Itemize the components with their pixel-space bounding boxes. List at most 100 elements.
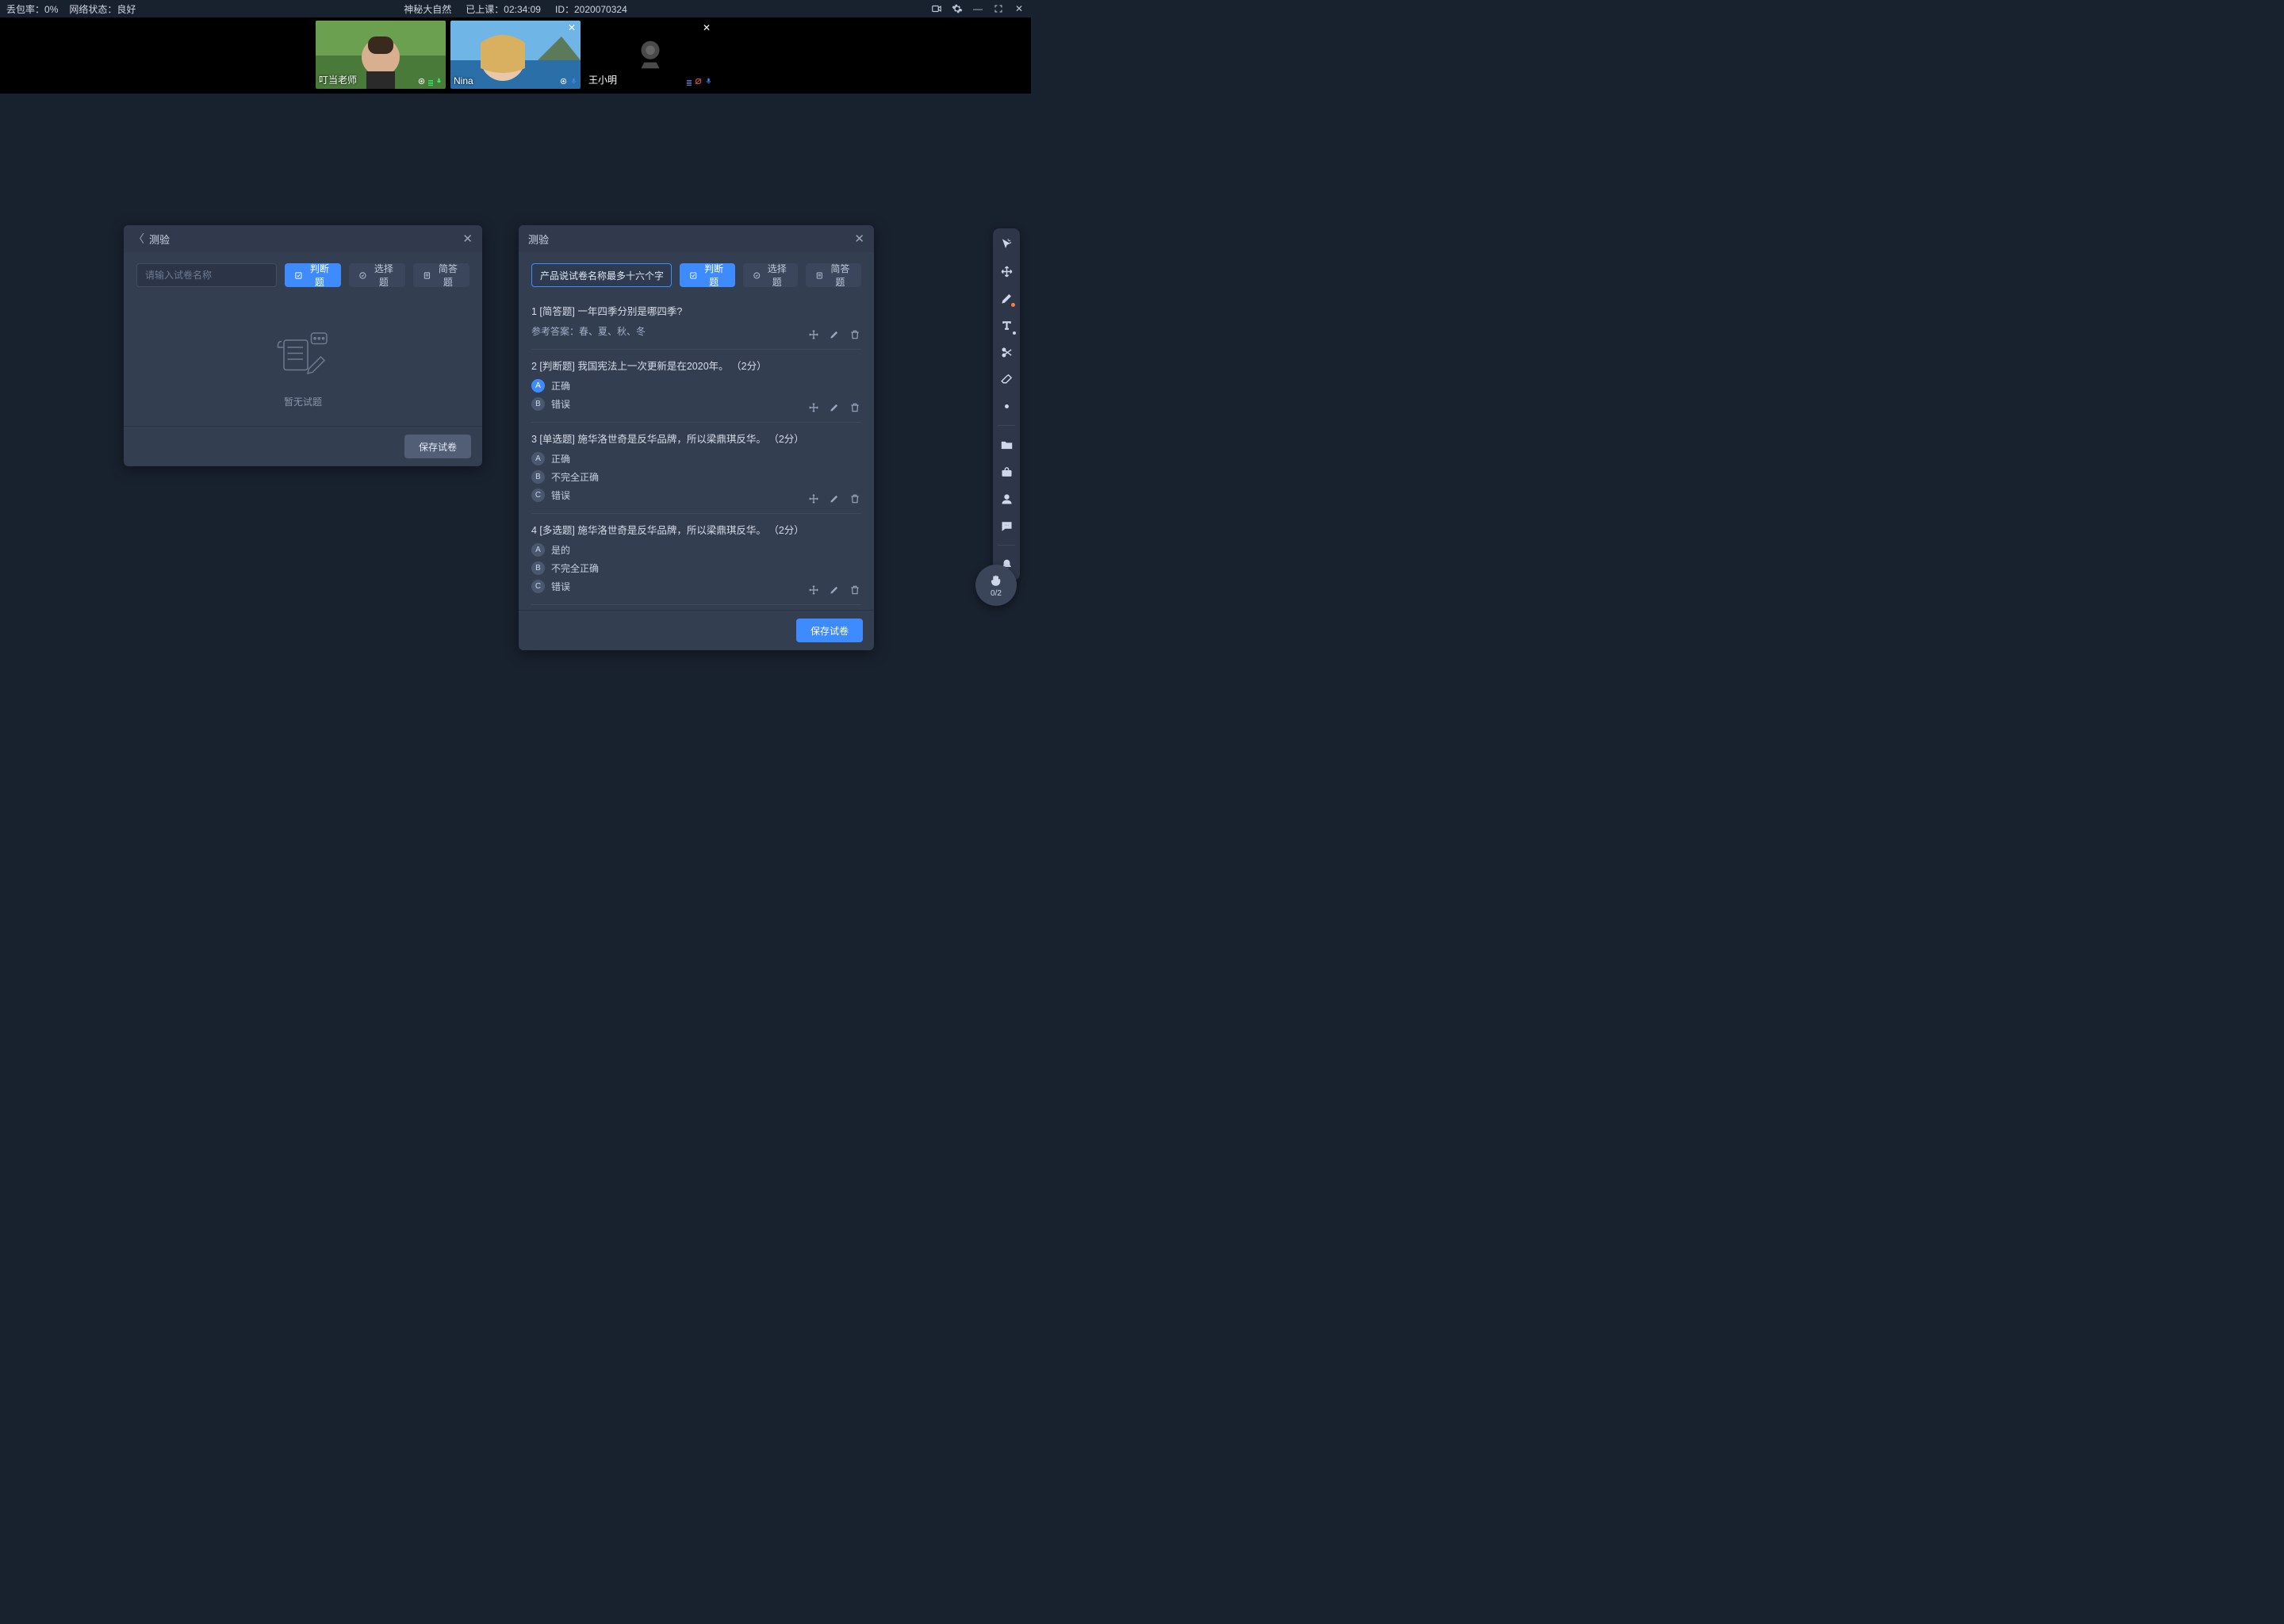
panel-title: 测验 [149,232,170,247]
toolbox-icon[interactable] [998,464,1014,480]
chat-icon[interactable] [998,518,1014,534]
delete-question-icon[interactable] [849,492,861,505]
choice-button[interactable]: 选择题 [743,263,799,287]
question-title: 2 [判断题] 我国宪法上一次更新是在2020年。 （2分） [531,358,861,373]
save-quiz-button[interactable]: 保存试卷 [404,435,471,458]
mic-level-icon [687,80,692,86]
move-question-icon[interactable] [807,401,820,414]
short-answer-button[interactable]: 简答题 [413,263,469,287]
delete-question-icon[interactable] [849,328,861,341]
option-text: 不完全正确 [551,561,599,575]
option-text: 不完全正确 [551,470,599,484]
packet-loss: 丢包率：0% [6,2,58,16]
edit-question-icon[interactable] [828,328,841,341]
delete-question-icon[interactable] [849,584,861,596]
mic-level-icon [428,80,433,86]
move-question-icon[interactable] [807,328,820,341]
settings-icon[interactable] [952,3,963,14]
camera-disabled-icon [694,77,703,86]
hand-icon [989,573,1003,588]
webcam-small-icon [417,77,426,86]
pen-tool-icon[interactable] [998,290,1014,306]
quiz-panel-list: 测验 ✕ 判断题 选择题 简答题 1 [简答题] 一年四季分别是哪四季?参考答案… [519,225,874,650]
option-text: 错误 [551,488,570,502]
question-item: 3 [单选题] 施华洛世奇是反华品牌，所以梁鼎琪反华。 （2分） A 正确 B 不完全正… [531,423,861,514]
video-name: 叮当老师 [319,73,357,86]
empty-state: 暂无试题 [136,295,469,426]
network-status: 网络状态：良好 [69,2,136,16]
judge-button[interactable]: 判断题 [285,263,341,287]
question-title: 3 [单选题] 施华洛世奇是反华品牌，所以梁鼎琪反华。 （2分） [531,431,861,446]
right-toolbar [993,228,1020,580]
fullscreen-icon[interactable] [993,3,1004,14]
move-question-icon[interactable] [807,584,820,596]
judge-button[interactable]: 判断题 [680,263,735,287]
video-close-icon[interactable]: ✕ [568,23,577,33]
move-tool-icon[interactable] [998,263,1014,279]
video-strip: 叮当老师 ✕ Nina ✕ 王小明 [0,17,1031,94]
choice-button[interactable]: 选择题 [349,263,405,287]
quiz-panel-empty: 〈 测验 ✕ 判断题 选择题 简答题 [124,225,482,466]
question-title: 1 [简答题] 一年四季分别是哪四季? [531,303,861,318]
text-tool-icon[interactable] [998,317,1014,333]
question-option[interactable]: B不完全正确 [531,561,861,575]
video-tile[interactable]: ✕ 王小明 [585,21,715,89]
option-text: 正确 [551,452,570,465]
question-tools [807,328,861,341]
question-option[interactable]: A 正确 [531,452,861,465]
course-title: 神秘大自然 [404,2,451,16]
dot-tool-icon[interactable] [998,398,1014,414]
hand-count: 0/2 [991,589,1002,598]
video-close-icon[interactable]: ✕ [703,23,712,33]
empty-label: 暂无试题 [284,395,322,408]
scissors-tool-icon[interactable] [998,344,1014,360]
eraser-tool-icon[interactable] [998,371,1014,387]
camera-off-icon [632,36,669,73]
option-text: 是的 [551,543,570,557]
folder-icon[interactable] [998,437,1014,453]
question-option[interactable]: A 正确 [531,379,861,393]
question-item: 1 [简答题] 一年四季分别是哪四季?参考答案：春、夏、秋、冬 [531,295,861,350]
question-title: 4 [多选题] 施华洛世奇是反华品牌，所以梁鼎琪反华。 （2分） [531,522,861,537]
top-bar: 丢包率：0% 网络状态：良好 神秘大自然 已上课：02:34:09 ID：202… [0,0,1031,17]
video-tile[interactable]: ✕ Nina [450,21,581,89]
short-answer-button[interactable]: 简答题 [806,263,861,287]
option-bullet: C [531,580,545,593]
edit-question-icon[interactable] [828,584,841,596]
edit-question-icon[interactable] [828,492,841,505]
option-bullet: A [531,379,545,393]
option-text: 错误 [551,397,570,411]
option-bullet: B [531,470,545,484]
save-quiz-button[interactable]: 保存试卷 [796,619,863,642]
elapsed: 已上课：02:34:09 [466,2,541,16]
question-tools [807,401,861,414]
back-icon[interactable]: 〈 [133,231,144,247]
minimize-icon[interactable]: — [972,3,983,14]
video-tile[interactable]: 叮当老师 [316,21,446,89]
close-icon[interactable]: ✕ [462,232,473,246]
person-icon[interactable] [998,491,1014,507]
session-id: ID：2020070324 [555,2,627,16]
option-bullet: A [531,543,545,557]
question-option[interactable]: A 是的 [531,543,861,557]
cursor-tool-icon[interactable] [998,236,1014,252]
move-question-icon[interactable] [807,492,820,505]
record-icon[interactable] [931,3,942,14]
mic-icon [705,76,712,86]
question-item: 2 [判断题] 我国宪法上一次更新是在2020年。 （2分） A 正确 B 错误 [531,350,861,423]
option-bullet: A [531,452,545,465]
question-item: 4 [多选题] 施华洛世奇是反华品牌，所以梁鼎琪反华。 （2分） A 是的 B不完全正… [531,514,861,605]
option-bullet: B [531,397,545,411]
raise-hand-button[interactable]: 0/2 [975,565,1017,606]
quiz-name-input[interactable] [531,263,672,287]
edit-question-icon[interactable] [828,401,841,414]
question-tools [807,492,861,505]
question-option[interactable]: B 不完全正确 [531,470,861,484]
quiz-name-input[interactable] [136,263,277,287]
close-window-icon[interactable]: ✕ [1014,3,1025,14]
option-bullet: C [531,488,545,502]
option-text: 错误 [551,580,570,593]
close-icon[interactable]: ✕ [854,232,864,246]
delete-question-icon[interactable] [849,401,861,414]
option-text: 正确 [551,379,570,393]
